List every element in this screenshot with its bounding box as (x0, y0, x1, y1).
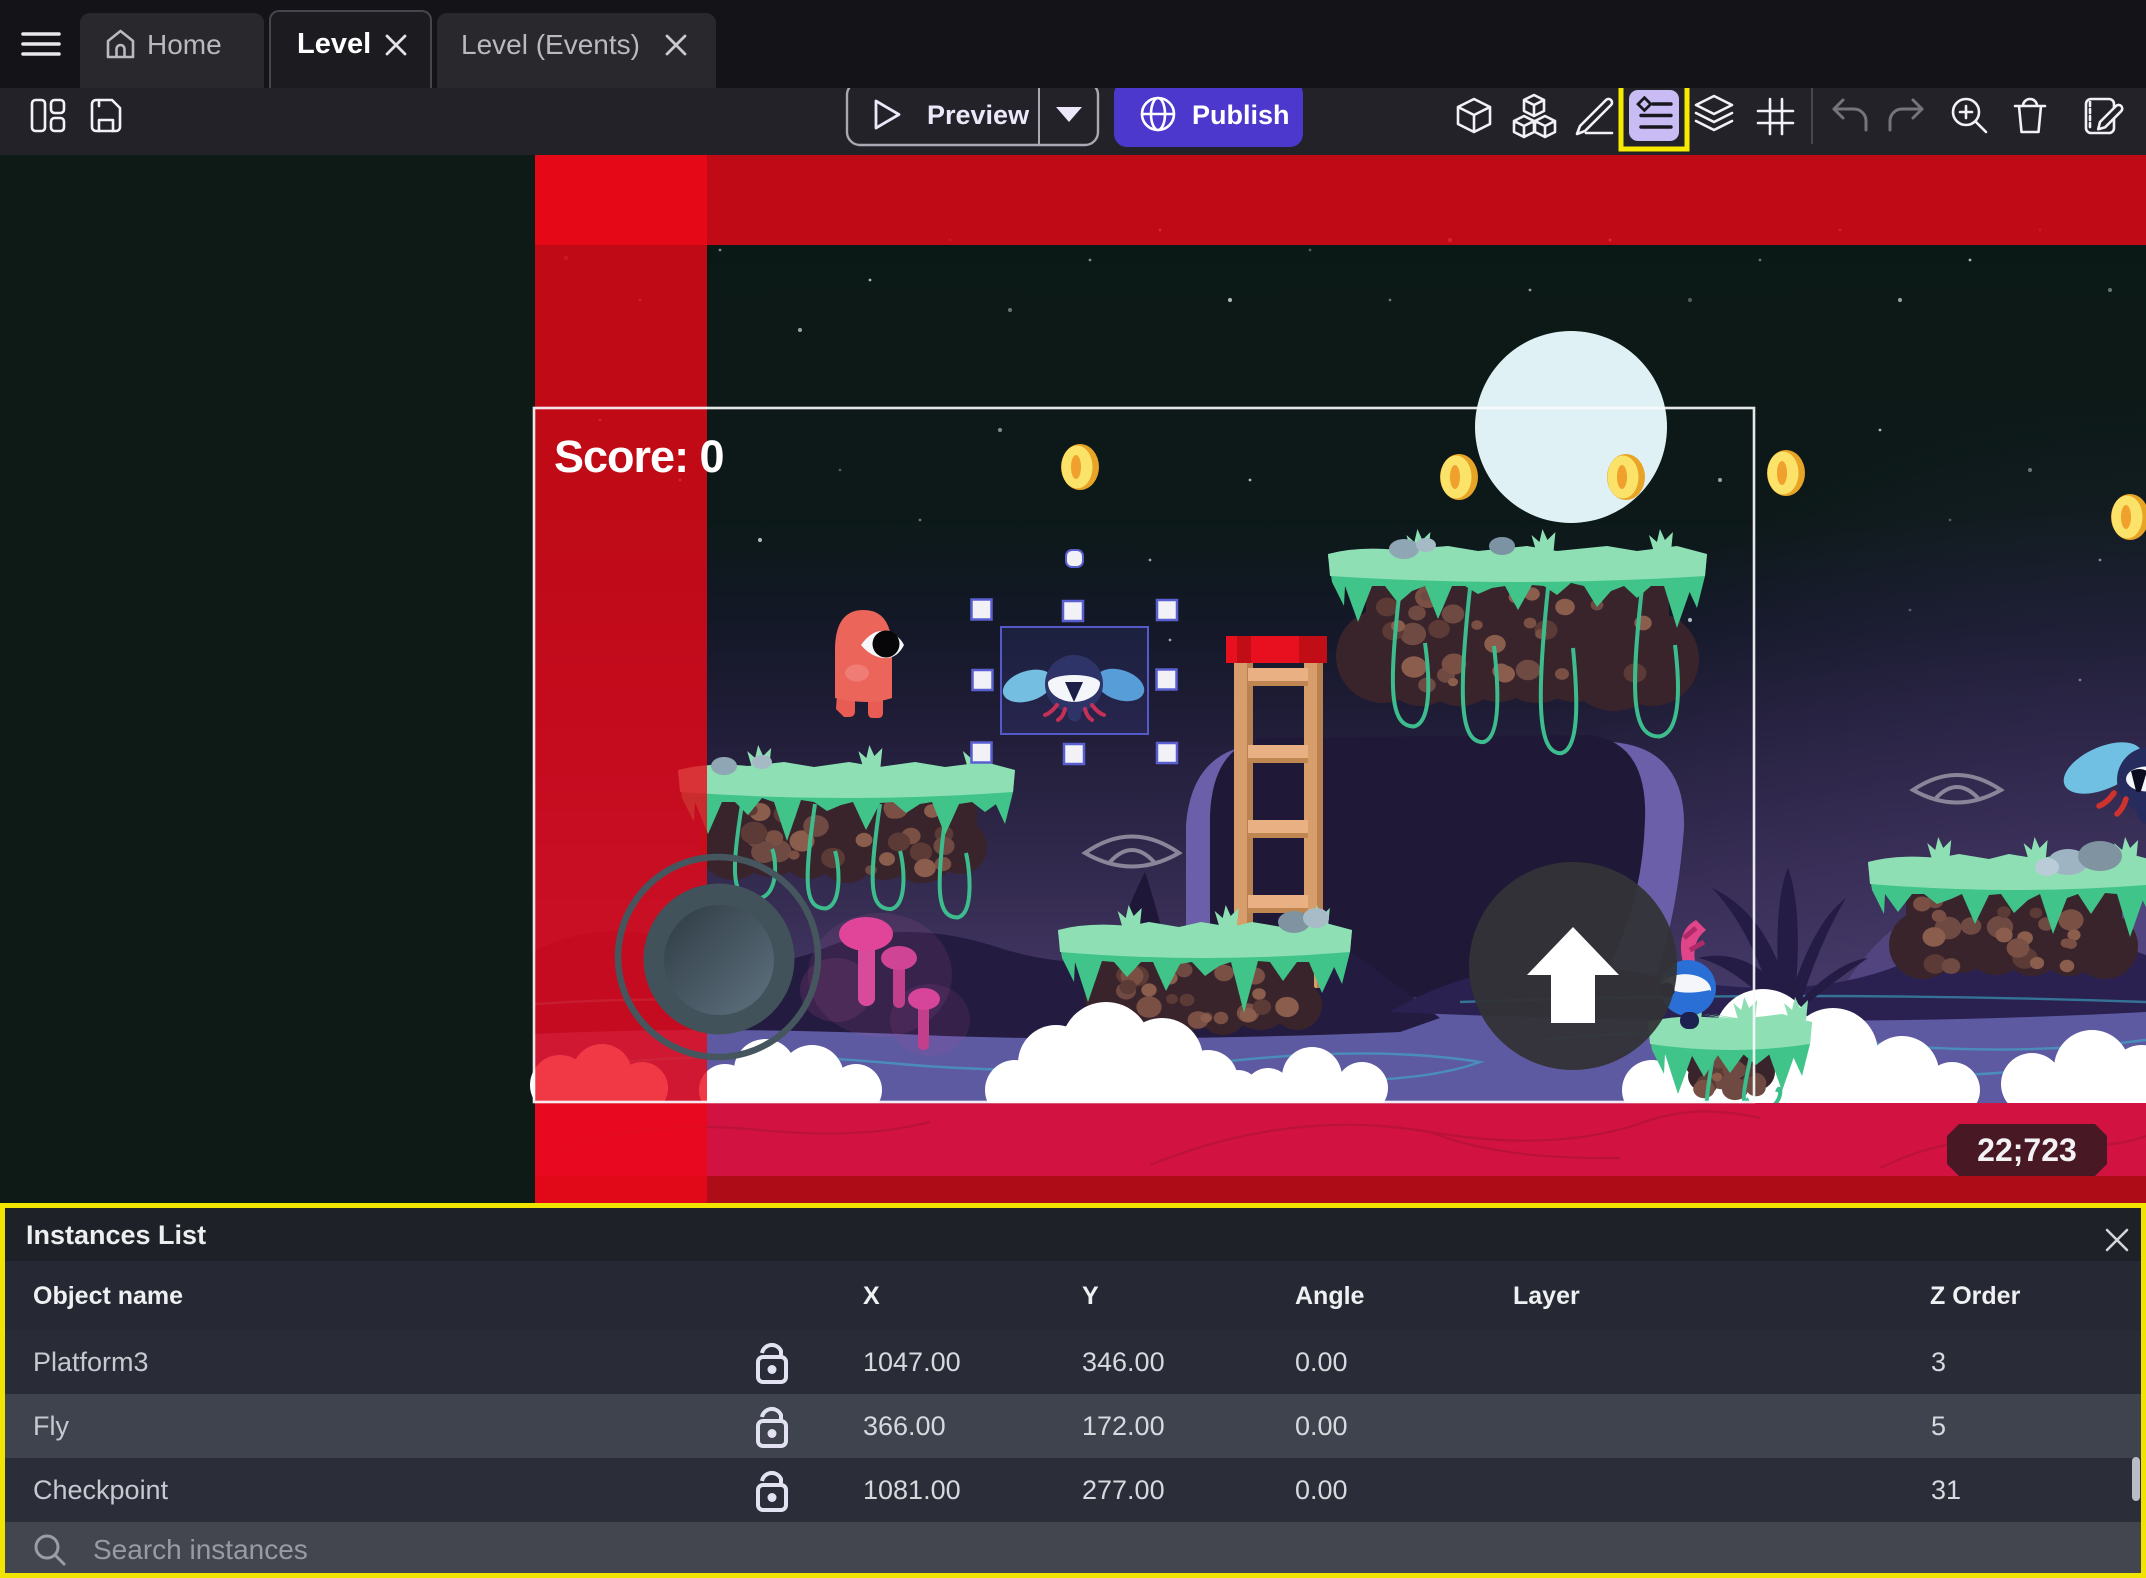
svg-text:Publish: Publish (1192, 100, 1290, 130)
svg-text:22;723: 22;723 (1977, 1132, 2077, 1168)
svg-text:Score: 0: Score: 0 (554, 431, 724, 482)
svg-text:Preview: Preview (927, 100, 1030, 130)
